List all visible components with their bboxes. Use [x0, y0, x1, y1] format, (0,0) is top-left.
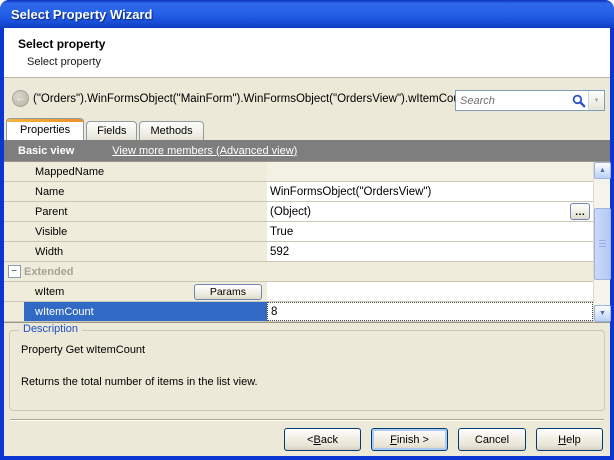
page-title: Select property — [18, 37, 105, 51]
property-name[interactable]: Width — [24, 242, 267, 261]
property-row-wItem[interactable]: wItemParams — [4, 282, 593, 302]
property-value[interactable]: WinFormsObject("OrdersView") — [267, 182, 593, 201]
row-gutter — [4, 222, 24, 241]
help-button[interactable]: Help — [536, 428, 603, 451]
property-grid: MappedNameNameWinFormsObject("OrdersView… — [4, 161, 610, 323]
property-name[interactable]: MappedName — [24, 162, 267, 181]
description-legend: Description — [19, 323, 82, 335]
advanced-view-link[interactable]: View more members (Advanced view) — [112, 145, 297, 157]
description-groupbox: Description Property Get wItemCount Retu… — [9, 330, 605, 411]
path-toolbar: ← ("Orders").WinFormsObject("MainForm").… — [4, 78, 610, 118]
footer-divider — [10, 419, 604, 421]
select-property-wizard-dialog: Select Property Wizard Select property S… — [0, 0, 614, 460]
property-row-wItemCount[interactable]: wItemCount8 — [4, 302, 593, 322]
row-gutter — [4, 302, 24, 321]
collapse-minus-icon[interactable]: − — [8, 265, 21, 278]
search-input[interactable]: Search — [456, 91, 570, 110]
row-gutter — [4, 162, 24, 181]
group-label: Extended — [24, 262, 593, 281]
window-title: Select Property Wizard — [11, 7, 152, 22]
scroll-down-icon[interactable]: ▼ — [594, 305, 611, 322]
scroll-up-icon[interactable]: ▲ — [594, 162, 611, 179]
property-value[interactable] — [267, 282, 593, 301]
group-row-extended[interactable]: −Extended — [4, 262, 593, 282]
titlebar[interactable]: Select Property Wizard — [0, 0, 614, 28]
finish-button[interactable]: Finish > — [371, 428, 448, 451]
property-name[interactable]: Parent — [24, 202, 267, 221]
view-mode-title: Basic view — [18, 145, 74, 157]
property-value[interactable] — [267, 162, 593, 181]
tab-methods[interactable]: Methods — [139, 121, 203, 140]
row-gutter — [4, 242, 24, 261]
tab-fields[interactable]: Fields — [86, 121, 137, 140]
back-arrow-icon[interactable]: ← — [12, 90, 29, 107]
property-value[interactable]: (Object)… — [267, 202, 593, 221]
property-value[interactable]: True — [267, 222, 593, 241]
property-name[interactable]: Visible — [24, 222, 267, 241]
search-icon[interactable] — [570, 91, 588, 110]
property-value[interactable]: 8 — [267, 302, 593, 321]
view-mode-bar: Basic view View more members (Advanced v… — [4, 140, 610, 161]
property-row-Parent[interactable]: Parent(Object)… — [4, 202, 593, 222]
property-name[interactable]: wItemParams — [24, 282, 267, 301]
search-dropdown-button[interactable]: ▼ — [588, 91, 604, 110]
object-path: ("Orders").WinFormsObject("MainForm").Wi… — [33, 93, 469, 105]
vertical-scrollbar[interactable]: ▲ ▼ — [593, 162, 610, 322]
property-grid-rows: MappedNameNameWinFormsObject("OrdersView… — [4, 162, 593, 322]
description-text: Returns the total number of items in the… — [21, 376, 258, 388]
property-row-Name[interactable]: NameWinFormsObject("OrdersView") — [4, 182, 593, 202]
row-gutter — [4, 182, 24, 201]
ellipsis-button[interactable]: … — [570, 203, 590, 220]
property-value[interactable]: 592 — [267, 242, 593, 261]
member-tabs: Properties Fields Methods — [6, 118, 206, 140]
search-box[interactable]: Search ▼ — [455, 90, 605, 111]
property-name[interactable]: wItemCount — [24, 302, 267, 321]
params-button[interactable]: Params — [194, 284, 262, 300]
row-gutter: − — [4, 262, 24, 281]
row-gutter — [4, 282, 24, 301]
cancel-button[interactable]: Cancel — [458, 428, 526, 451]
button-row: <Back Finish > Cancel Help — [4, 428, 610, 451]
dialog-body: Select property Select property ← ("Orde… — [4, 28, 610, 456]
property-name[interactable]: Name — [24, 182, 267, 201]
property-row-Width[interactable]: Width592 — [4, 242, 593, 262]
property-row-MappedName[interactable]: MappedName — [4, 162, 593, 182]
wizard-header: Select property Select property — [4, 28, 610, 78]
chevron-down-icon: ▼ — [594, 98, 600, 104]
property-row-Visible[interactable]: VisibleTrue — [4, 222, 593, 242]
scrollbar-thumb[interactable] — [594, 208, 611, 280]
tab-properties[interactable]: Properties — [6, 118, 84, 140]
description-signature: Property Get wItemCount — [21, 344, 145, 356]
row-gutter — [4, 202, 24, 221]
back-button[interactable]: <Back — [284, 428, 361, 451]
page-subtitle: Select property — [27, 56, 101, 68]
